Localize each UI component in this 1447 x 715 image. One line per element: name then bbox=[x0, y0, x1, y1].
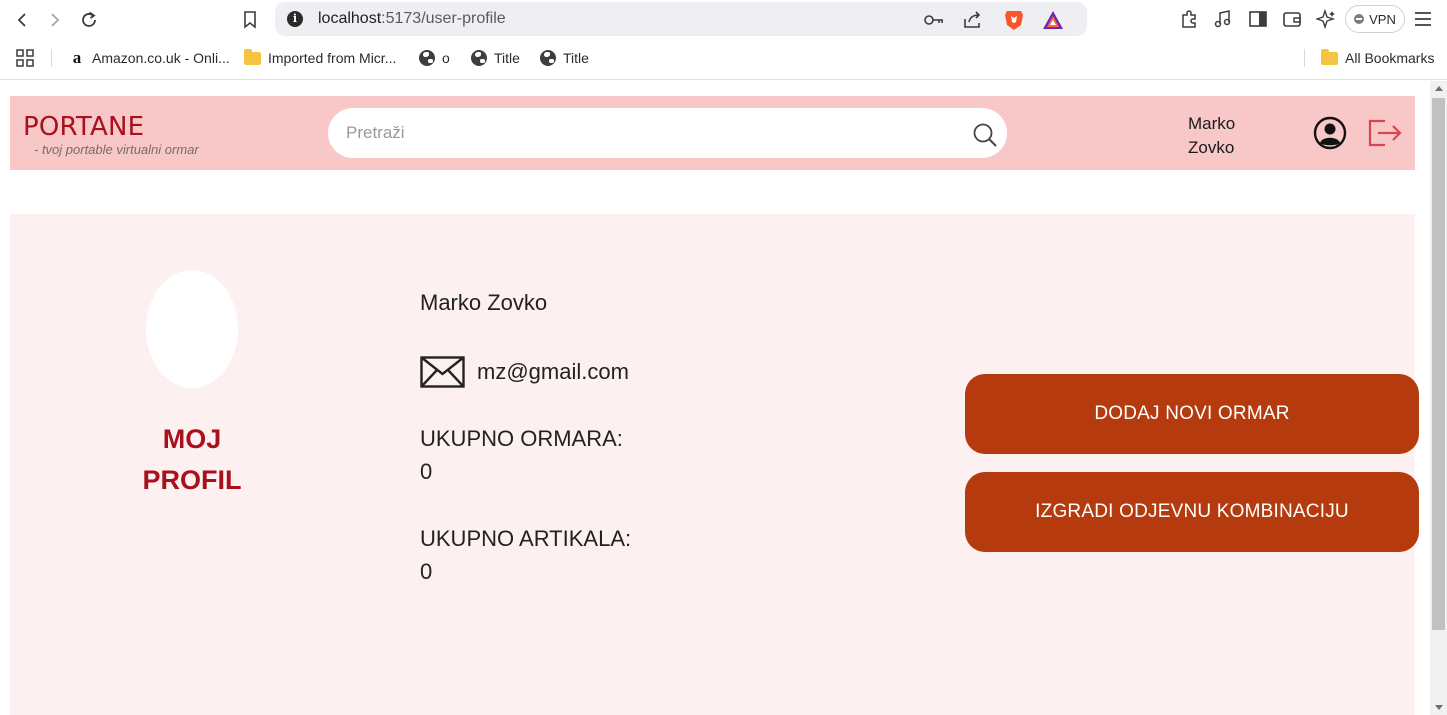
total-items-value: 0 bbox=[420, 559, 433, 584]
forward-icon[interactable] bbox=[41, 6, 69, 34]
bookmark-label: Title bbox=[494, 50, 520, 66]
globe-icon bbox=[471, 50, 487, 66]
site-info-icon[interactable]: i bbox=[287, 11, 303, 27]
site-header: PORTANE - tvoj portable virtualni ormar … bbox=[10, 96, 1415, 170]
scroll-down-icon[interactable] bbox=[1435, 705, 1443, 710]
reload-icon[interactable] bbox=[75, 6, 103, 34]
share-icon[interactable] bbox=[962, 9, 984, 31]
user-first-name: Marko bbox=[1188, 114, 1236, 133]
media-icon[interactable] bbox=[1211, 7, 1235, 31]
add-wardrobe-button[interactable]: DODAJ NOVI ORMAR bbox=[965, 374, 1419, 454]
bookmark-label: Title bbox=[563, 50, 589, 66]
search-input[interactable] bbox=[346, 120, 946, 146]
page-title-line: MOJ bbox=[162, 424, 222, 454]
page-viewport: PORTANE - tvoj portable virtualni ormar … bbox=[0, 81, 1430, 715]
bookmarks-divider bbox=[51, 49, 52, 67]
globe-icon bbox=[419, 50, 435, 66]
profile-avatar[interactable] bbox=[146, 270, 238, 388]
profile-full-name: Marko Zovko bbox=[420, 290, 548, 315]
user-account-icon[interactable] bbox=[1313, 116, 1347, 150]
user-last-name: Zovko bbox=[1188, 138, 1235, 157]
brand-logo[interactable]: PORTANE bbox=[23, 112, 144, 142]
total-items-label: UKUPNO ARTIKALA: bbox=[420, 526, 632, 551]
all-bookmarks[interactable]: All Bookmarks bbox=[1321, 47, 1434, 69]
search-icon[interactable] bbox=[972, 122, 998, 148]
brand-tagline: - tvoj portable virtualni ormar bbox=[34, 142, 199, 157]
logout-icon[interactable] bbox=[1367, 118, 1403, 148]
vpn-label: VPN bbox=[1369, 11, 1396, 27]
bookmark-page-icon[interactable] bbox=[236, 6, 264, 34]
amazon-icon: a bbox=[72, 48, 82, 67]
url-text[interactable]: localhost:5173/user-profile bbox=[318, 10, 506, 28]
page-title-line: PROFIL bbox=[142, 465, 242, 495]
menu-icon[interactable] bbox=[1411, 7, 1435, 31]
profile-email: mz@gmail.com bbox=[477, 359, 629, 384]
page-title: MOJ PROFIL bbox=[110, 419, 274, 501]
profile-email-row: mz@gmail.com bbox=[420, 355, 629, 389]
vpn-button[interactable]: VPN bbox=[1345, 5, 1405, 33]
globe-icon bbox=[540, 50, 556, 66]
vpn-status-icon bbox=[1354, 14, 1365, 24]
wallet-icon[interactable] bbox=[1280, 7, 1304, 31]
brave-shields-icon[interactable] bbox=[1003, 9, 1025, 31]
bookmark-label: Imported from Micr... bbox=[268, 50, 397, 66]
search-bar bbox=[328, 108, 1007, 158]
address-bar[interactable]: i localhost:5173/user-profile bbox=[275, 2, 1087, 36]
user-name: Marko Zovko bbox=[1188, 112, 1235, 160]
apps-icon[interactable] bbox=[16, 47, 34, 69]
scroll-up-icon[interactable] bbox=[1435, 86, 1443, 91]
back-icon[interactable] bbox=[8, 6, 36, 34]
folder-icon bbox=[244, 48, 261, 65]
page-scrollbar[interactable] bbox=[1430, 81, 1447, 715]
password-key-icon[interactable] bbox=[923, 9, 945, 31]
bookmark-o[interactable]: o bbox=[419, 47, 450, 69]
profile-card: MOJ PROFIL Marko Zovko mz@gmail.com UKUP… bbox=[10, 214, 1419, 715]
sidebar-icon[interactable] bbox=[1246, 7, 1270, 31]
brave-rewards-icon[interactable] bbox=[1042, 9, 1064, 31]
envelope-icon bbox=[420, 356, 465, 388]
bookmark-title-1[interactable]: Title bbox=[471, 47, 520, 69]
folder-icon bbox=[1321, 48, 1338, 65]
scrollbar-thumb[interactable] bbox=[1432, 98, 1445, 630]
bookmark-amazon[interactable]: a Amazon.co.uk - Onli... bbox=[69, 47, 230, 69]
bookmark-title-2[interactable]: Title bbox=[540, 47, 589, 69]
bookmark-label: o bbox=[442, 50, 450, 66]
bookmark-imported-folder[interactable]: Imported from Micr... bbox=[244, 47, 396, 69]
extensions-icon[interactable] bbox=[1177, 7, 1201, 31]
bookmarks-divider bbox=[1304, 49, 1305, 67]
build-outfit-button[interactable]: IZGRADI ODJEVNU KOMBINACIJU bbox=[965, 472, 1419, 552]
total-wardrobes-value: 0 bbox=[420, 459, 433, 484]
total-wardrobes-label: UKUPNO ORMARA: bbox=[420, 426, 623, 451]
all-bookmarks-label: All Bookmarks bbox=[1345, 50, 1435, 66]
browser-chrome: i localhost:5173/user-profile VPN a Amaz… bbox=[0, 0, 1447, 80]
bookmark-label: Amazon.co.uk - Onli... bbox=[92, 50, 230, 66]
leo-ai-icon[interactable] bbox=[1314, 7, 1338, 31]
